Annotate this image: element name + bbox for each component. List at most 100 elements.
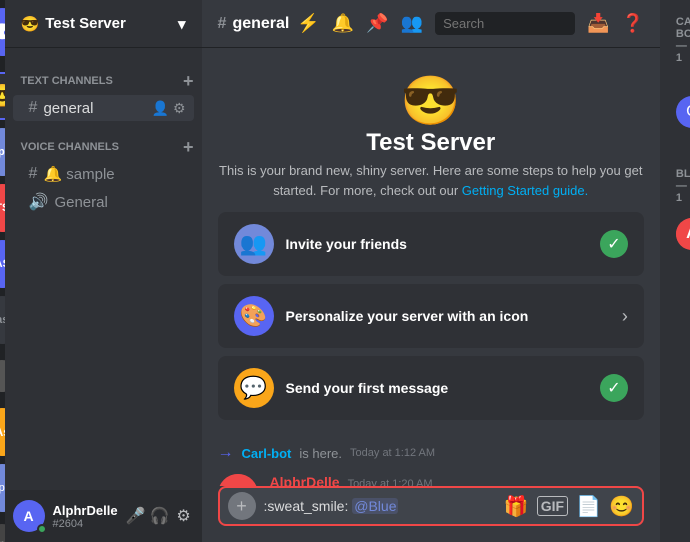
mute-button[interactable]: 🎤 bbox=[126, 506, 146, 526]
alphr-avatar: A bbox=[676, 218, 690, 250]
user-status-dot bbox=[37, 524, 47, 534]
blue-section-title: BLUE — 1 bbox=[668, 168, 684, 204]
discord-home-button[interactable] bbox=[0, 8, 5, 56]
members-icon[interactable]: 👥 bbox=[401, 13, 423, 34]
chat-input-area: + :sweat_smile: @Blue 🎁 GIF 📄 😊 bbox=[202, 486, 660, 542]
carlbot-section-title: CARL-BOT — 1 bbox=[668, 16, 684, 64]
settings-icon[interactable]: ⚙ bbox=[173, 100, 186, 117]
search-input[interactable] bbox=[435, 12, 575, 35]
message-input[interactable]: :sweat_smile: @Blue bbox=[264, 498, 496, 514]
members-sidebar: CARL-BOT — 1 C Carl-bot BOT Playing !hel… bbox=[660, 0, 690, 542]
channel-header-name: # general bbox=[218, 15, 290, 33]
server-name-text: Test Server bbox=[45, 15, 126, 32]
user-settings-button[interactable]: ⚙ bbox=[174, 506, 194, 526]
channel-name-general: general bbox=[43, 100, 145, 117]
channel-item-general[interactable]: # general 👤 ⚙ bbox=[13, 95, 194, 121]
user-display-name: AlphrDelle bbox=[53, 503, 118, 518]
server-icon-as2[interactable]: as bbox=[0, 296, 5, 344]
task-invite-content: Invite your friends bbox=[286, 236, 588, 252]
notification-icon[interactable]: 🔔 bbox=[332, 13, 354, 34]
pin-icon[interactable]: 📌 bbox=[366, 13, 388, 34]
system-message-carlbot: → Carl-bot is here. Today at 1:12 AM bbox=[218, 440, 644, 466]
channel-header-label: general bbox=[232, 15, 289, 33]
alphr-message-time: Today at 1:20 AM bbox=[348, 478, 433, 486]
task-message-title: Send your first message bbox=[286, 380, 588, 396]
chat-area: # general ⚡ 🔔 📌 👥 📥 ❓ 😎 Test Server This… bbox=[202, 0, 660, 542]
server-icon-alphr1[interactable]: alphr bbox=[0, 128, 5, 176]
attach-file-button[interactable]: + bbox=[228, 492, 256, 520]
user-controls: 🎤 🎧 ⚙ bbox=[126, 506, 194, 526]
thread-icon[interactable]: ⚡ bbox=[297, 13, 319, 34]
deafen-button[interactable]: 🎧 bbox=[150, 506, 170, 526]
server-icon-test-server[interactable]: 😎 bbox=[0, 72, 5, 120]
text-channels-category: TEXT CHANNELS + bbox=[5, 56, 202, 94]
getting-started-link[interactable]: Getting Started guide. bbox=[462, 183, 588, 198]
task-message-icon: 💬 bbox=[234, 368, 274, 408]
sticker-button[interactable]: 📄 bbox=[576, 494, 601, 519]
channels-list: TEXT CHANNELS + # general 👤 ⚙ VOICE CHAN… bbox=[5, 48, 202, 490]
channel-name-sample: 🔔 sample bbox=[43, 165, 185, 183]
server-header[interactable]: 😎 Test Server ▾ bbox=[5, 0, 202, 48]
member-row-carlbot[interactable]: C Carl-bot BOT Playing !help · carl.gg bbox=[668, 72, 684, 152]
task-invite-friends[interactable]: 👥 Invite your friends ✓ bbox=[218, 212, 644, 276]
gif-button[interactable]: GIF bbox=[537, 496, 568, 516]
add-member-icon[interactable]: 👤 bbox=[152, 100, 169, 117]
help-icon[interactable]: ❓ bbox=[621, 13, 643, 34]
user-discriminator: #2604 bbox=[53, 518, 118, 530]
welcome-emoji: 😎 bbox=[218, 72, 644, 129]
task-personalize[interactable]: 🎨 Personalize your server with an icon › bbox=[218, 284, 644, 348]
alphr-message-content: AlphrDelle Today at 1:20 AM ?reactionrol… bbox=[270, 474, 644, 486]
task-invite-title: Invite your friends bbox=[286, 236, 588, 252]
inbox-icon[interactable]: 📥 bbox=[587, 13, 609, 34]
voice-channels-label: VOICE CHANNELS bbox=[21, 141, 119, 153]
system-is-here-text: is here. bbox=[299, 446, 342, 461]
welcome-section: 😎 Test Server This is your brand new, sh… bbox=[218, 64, 644, 436]
task-personalize-content: Personalize your server with an icon bbox=[286, 308, 610, 324]
task-invite-check: ✓ bbox=[600, 230, 628, 258]
carlbot-username[interactable]: Carl-bot bbox=[242, 446, 292, 461]
channel-item-sample[interactable]: # 🔔 sample bbox=[13, 161, 194, 187]
carlbot-avatar: C bbox=[676, 96, 690, 128]
welcome-subtitle: This is your brand new, shiny server. He… bbox=[218, 161, 644, 200]
user-avatar: A bbox=[13, 500, 45, 532]
server-icon-alphr2[interactable]: alphr bbox=[0, 464, 5, 512]
input-actions: 🎁 GIF 📄 😊 bbox=[504, 494, 634, 519]
channel-item-voice-general[interactable]: 🔊 General bbox=[13, 188, 194, 216]
emoji-button[interactable]: 😊 bbox=[609, 494, 634, 519]
chat-header-actions: ⚡ 🔔 📌 👥 📥 ❓ bbox=[297, 12, 644, 35]
server-dropdown-icon: ▾ bbox=[178, 15, 186, 33]
text-channels-label: TEXT CHANNELS bbox=[21, 75, 113, 87]
task-first-message[interactable]: 💬 Send your first message ✓ bbox=[218, 356, 644, 420]
task-personalize-arrow: › bbox=[622, 306, 628, 327]
channel-actions: 👤 ⚙ bbox=[152, 100, 186, 117]
gift-button[interactable]: 🎁 bbox=[504, 494, 529, 519]
user-avatar-letter: A bbox=[23, 508, 33, 524]
messages-container: 😎 Test Server This is your brand new, sh… bbox=[202, 48, 660, 486]
add-voice-channel-button[interactable]: + bbox=[183, 138, 194, 156]
server-icon-circle1[interactable] bbox=[0, 352, 5, 400]
server-icon-photo[interactable]: img bbox=[0, 520, 5, 542]
member-row-alphr[interactable]: A AlphrDelle 👑 bbox=[668, 212, 684, 256]
server-icon-ts[interactable]: TS bbox=[0, 184, 5, 232]
server-icon-as1[interactable]: AS bbox=[0, 240, 5, 288]
text-channel-icon-sample: # bbox=[29, 165, 38, 183]
welcome-title: Test Server bbox=[218, 129, 644, 157]
task-personalize-icon: 🎨 bbox=[234, 296, 274, 336]
server-emoji: 😎 bbox=[21, 15, 40, 33]
text-channel-icon: # bbox=[29, 99, 38, 117]
carlbot-join-time: Today at 1:12 AM bbox=[350, 447, 435, 459]
alphr-message-avatar: D bbox=[218, 474, 258, 486]
server-icon-as3[interactable]: As bbox=[0, 408, 5, 456]
input-mention-text: @Blue bbox=[352, 498, 398, 514]
voice-icon: 🔊 bbox=[29, 192, 49, 212]
input-emoji-text: :sweat_smile: bbox=[264, 498, 349, 514]
add-text-channel-button[interactable]: + bbox=[183, 72, 194, 90]
channel-hash-icon: # bbox=[218, 15, 227, 33]
system-arrow-icon: → bbox=[218, 444, 234, 462]
task-invite-icon: 👥 bbox=[234, 224, 274, 264]
server-name-display: 😎 Test Server bbox=[21, 15, 126, 33]
user-area: A AlphrDelle #2604 🎤 🎧 ⚙ bbox=[5, 490, 202, 542]
channel-name-voice-general: General bbox=[54, 194, 185, 211]
alphr-message-username[interactable]: AlphrDelle bbox=[270, 474, 340, 486]
voice-channels-category: VOICE CHANNELS + bbox=[5, 122, 202, 160]
